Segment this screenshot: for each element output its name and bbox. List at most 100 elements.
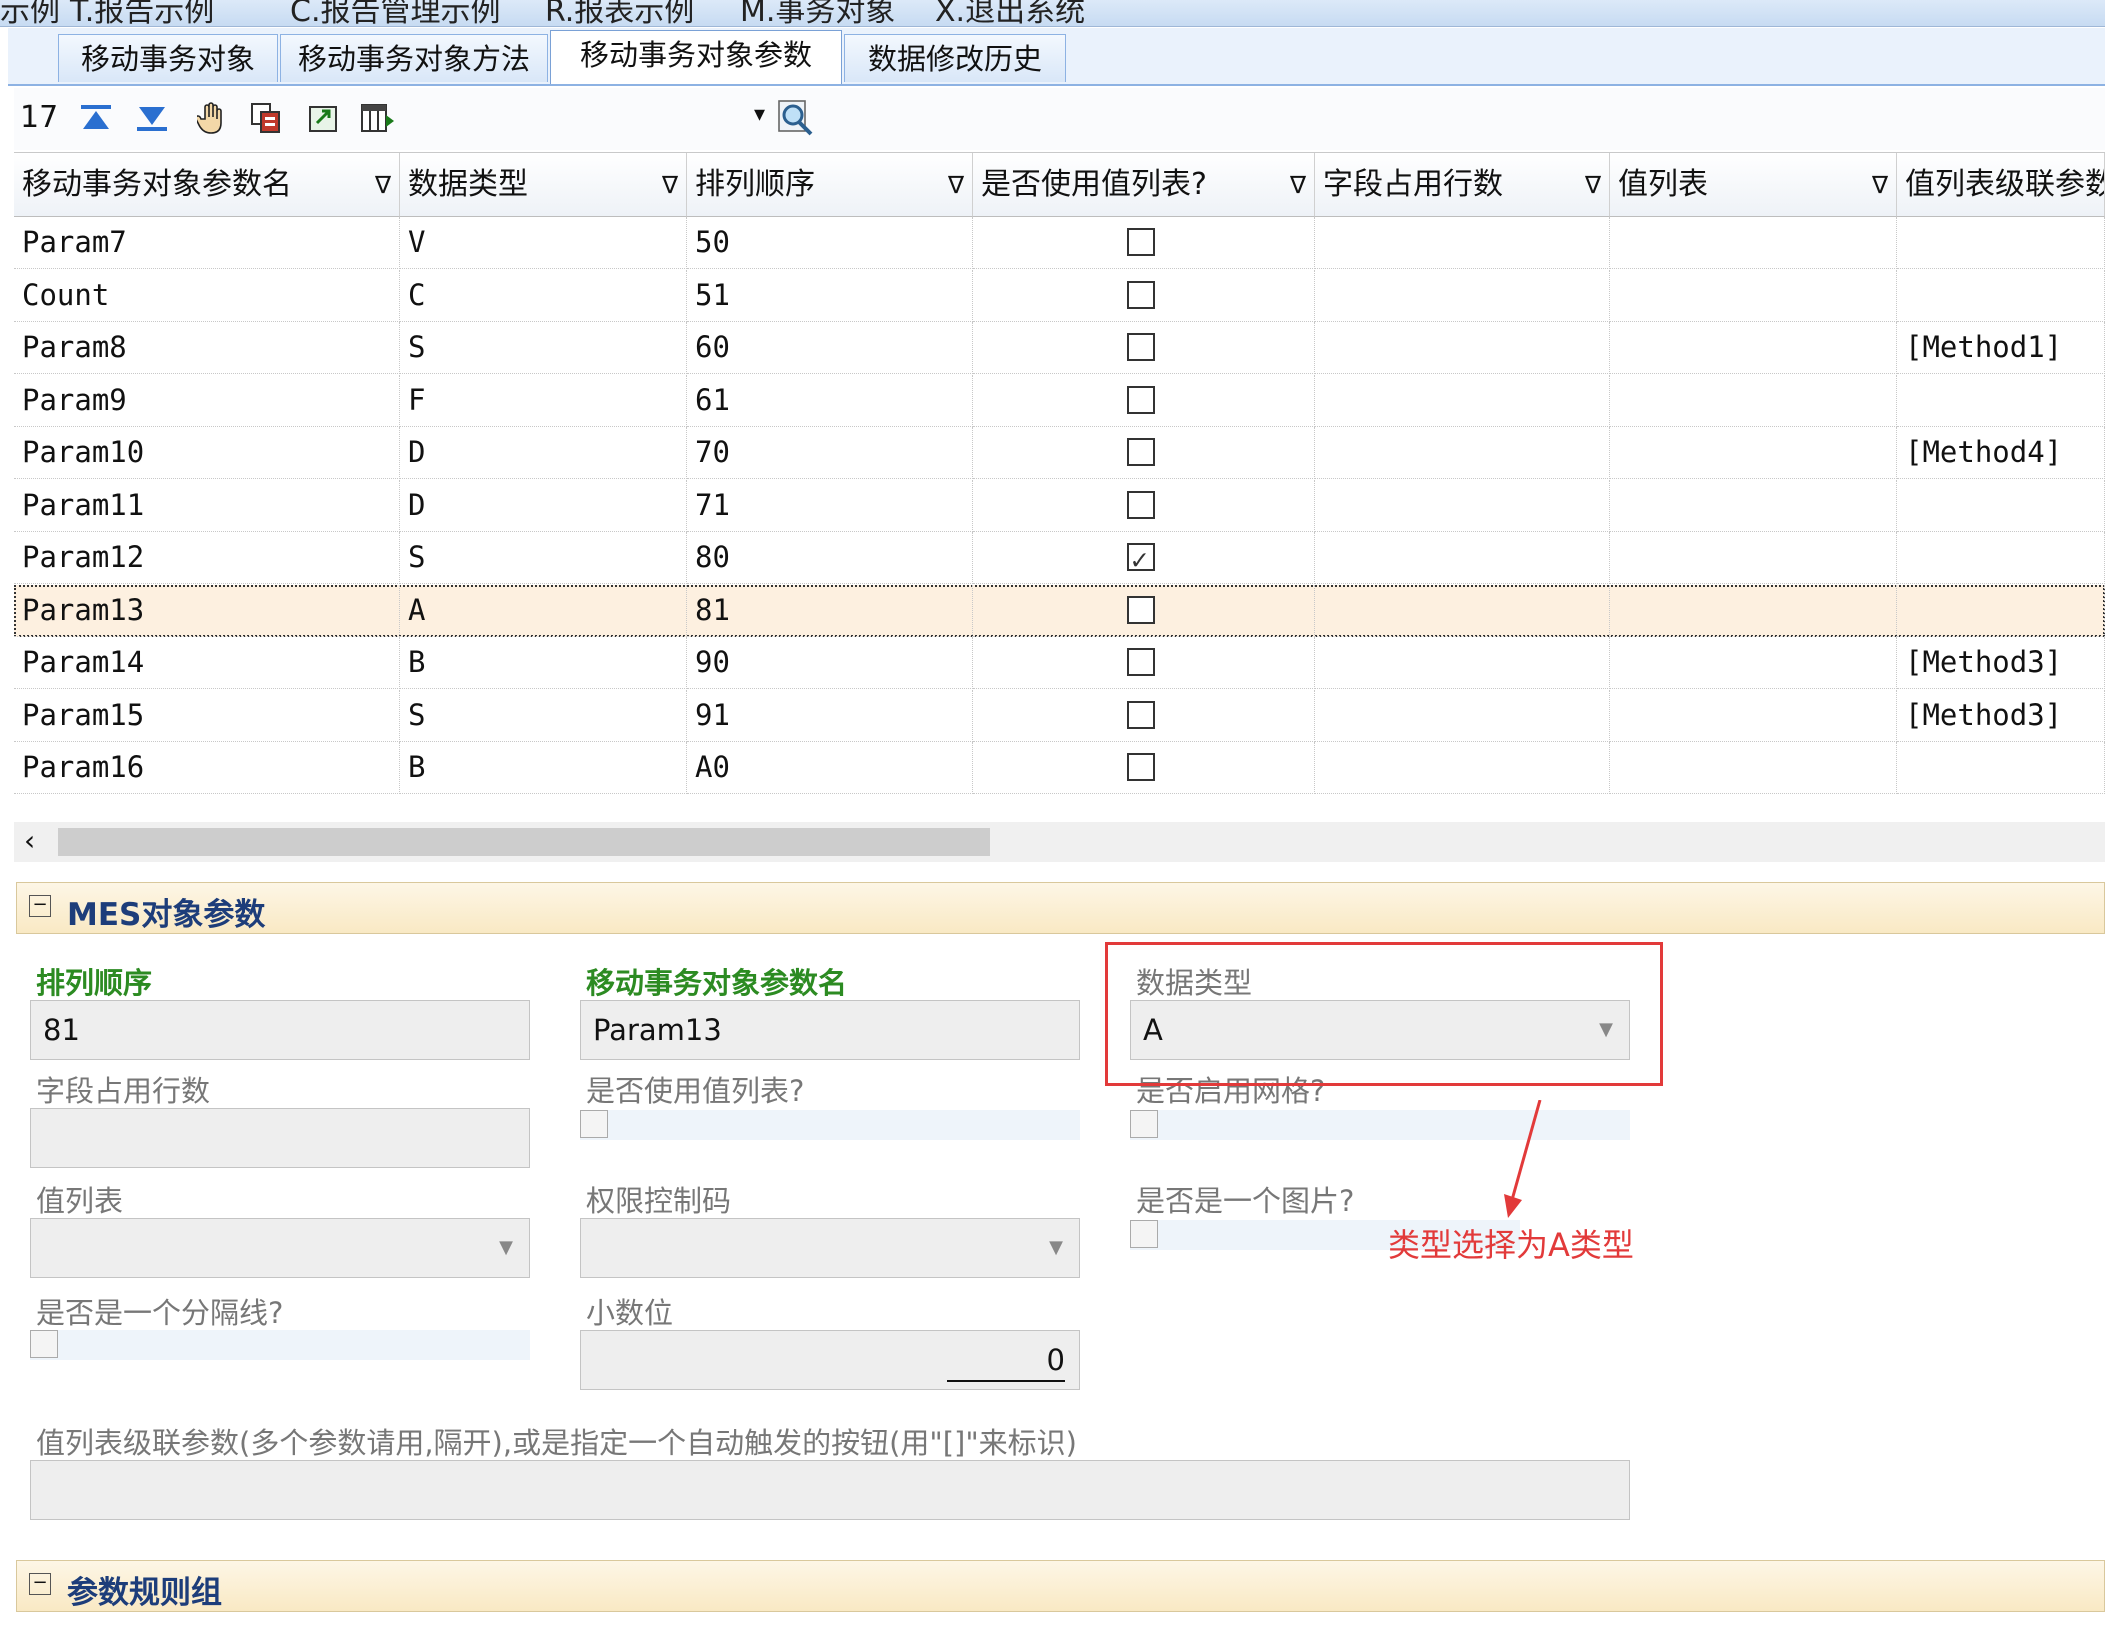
cascade-input[interactable]: [30, 1460, 1630, 1520]
table-cell[interactable]: Param7: [14, 217, 400, 269]
use-valuelist-cell[interactable]: [973, 532, 1315, 584]
filter-icon[interactable]: ∇: [662, 153, 678, 216]
table-cell[interactable]: [1897, 479, 2105, 532]
row-checkbox[interactable]: [1127, 490, 1155, 519]
table-row[interactable]: Param7 V 50: [14, 217, 2105, 269]
use-valuelist-cell[interactable]: [973, 374, 1315, 427]
collapse-icon[interactable]: −: [29, 895, 51, 917]
table-cell[interactable]: [1610, 322, 1897, 374]
use-valuelist-cell[interactable]: [973, 217, 1315, 269]
move-top-icon[interactable]: [76, 98, 116, 138]
col-header-cascade[interactable]: 值列表级联参数: [1897, 153, 2105, 217]
col-header-rows[interactable]: 字段占用行数 ∇: [1315, 153, 1610, 217]
param-name-input[interactable]: Param13: [580, 1000, 1080, 1060]
section-param-rules[interactable]: − 参数规则组: [16, 1560, 2105, 1612]
hand-icon[interactable]: [192, 98, 232, 138]
table-row[interactable]: Count C 51: [14, 269, 2105, 322]
row-checkbox[interactable]: [1127, 228, 1155, 256]
menu-item-report-manage[interactable]: C.报告管理示例: [290, 0, 500, 26]
table-cell[interactable]: Param10: [14, 427, 400, 479]
table-cell[interactable]: [Method1]: [1897, 322, 2105, 374]
row-checkbox[interactable]: [1127, 280, 1155, 309]
tab-data-history[interactable]: 数据修改历史: [844, 34, 1066, 82]
table-cell[interactable]: A: [400, 584, 687, 637]
row-checkbox[interactable]: [1127, 595, 1155, 624]
row-checkbox[interactable]: [1127, 700, 1155, 729]
table-cell[interactable]: A0: [687, 742, 973, 794]
table-cell[interactable]: 90: [687, 637, 973, 689]
table-cell[interactable]: V: [400, 217, 687, 269]
use-valuelist-cell[interactable]: [973, 479, 1315, 532]
table-cell[interactable]: 70: [687, 427, 973, 479]
row-checkbox[interactable]: [1127, 385, 1155, 414]
row-checkbox[interactable]: [1127, 438, 1155, 466]
table-cell[interactable]: [1610, 584, 1897, 637]
rows-input[interactable]: [30, 1108, 530, 1168]
columns-icon[interactable]: [358, 98, 398, 138]
table-cell[interactable]: [1315, 217, 1610, 269]
section-mes-params[interactable]: − MES对象参数: [16, 882, 2105, 934]
table-cell[interactable]: [1610, 427, 1897, 479]
filter-icon[interactable]: ∇: [1585, 153, 1601, 216]
tab-mobile-object-params[interactable]: 移动事务对象参数: [550, 30, 842, 84]
table-cell[interactable]: 51: [687, 269, 973, 322]
table-cell[interactable]: C: [400, 269, 687, 322]
table-cell[interactable]: D: [400, 427, 687, 479]
order-input[interactable]: 81: [30, 1000, 530, 1060]
table-cell[interactable]: [Method3]: [1897, 637, 2105, 689]
chevron-down-icon[interactable]: ▼: [499, 1219, 513, 1277]
col-header-valuelist[interactable]: 值列表 ∇: [1610, 153, 1897, 217]
table-cell[interactable]: Param8: [14, 322, 400, 374]
table-cell[interactable]: [1897, 374, 2105, 427]
use-valuelist-cell[interactable]: [973, 584, 1315, 637]
table-cell[interactable]: Count: [14, 269, 400, 322]
table-cell[interactable]: 50: [687, 217, 973, 269]
row-checkbox[interactable]: [1127, 333, 1155, 361]
table-row[interactable]: Param8 S 60 [Method1]: [14, 322, 2105, 374]
table-cell[interactable]: Param14: [14, 637, 400, 689]
table-cell[interactable]: [1897, 217, 2105, 269]
table-cell[interactable]: [1610, 217, 1897, 269]
is-image-checkbox[interactable]: [1130, 1220, 1158, 1248]
table-cell[interactable]: Param11: [14, 479, 400, 532]
col-header-param-name[interactable]: 移动事务对象参数名 ∇: [14, 153, 400, 217]
table-cell[interactable]: S: [400, 322, 687, 374]
table-cell[interactable]: [1610, 637, 1897, 689]
table-cell[interactable]: Param16: [14, 742, 400, 794]
chevron-down-icon[interactable]: ▼: [1049, 1219, 1063, 1277]
table-cell[interactable]: [1610, 742, 1897, 794]
use-valuelist-cell[interactable]: [973, 689, 1315, 742]
table-cell[interactable]: [1897, 269, 2105, 322]
menu-item-statement[interactable]: R.报表示例: [545, 0, 694, 26]
filter-icon[interactable]: ∇: [375, 153, 391, 216]
menu-item-exit[interactable]: X.退出系统: [935, 0, 1085, 26]
table-cell[interactable]: Param9: [14, 374, 400, 427]
table-row[interactable]: Param15 S 91 [Method3]: [14, 689, 2105, 742]
table-row[interactable]: Param9 F 61: [14, 374, 2105, 427]
row-checkbox[interactable]: [1127, 753, 1155, 781]
table-cell[interactable]: 71: [687, 479, 973, 532]
table-cell[interactable]: [1315, 689, 1610, 742]
table-row[interactable]: Param11 D 71: [14, 479, 2105, 532]
table-cell[interactable]: S: [400, 689, 687, 742]
is-separator-checkbox[interactable]: [30, 1330, 58, 1358]
filter-icon[interactable]: ∇: [948, 153, 964, 216]
table-cell[interactable]: [1897, 742, 2105, 794]
table-cell[interactable]: [1315, 584, 1610, 637]
row-checkbox[interactable]: [1127, 648, 1155, 676]
table-cell[interactable]: [1610, 269, 1897, 322]
use-valuelist-cell[interactable]: [973, 637, 1315, 689]
copy-icon[interactable]: [246, 98, 286, 138]
export-icon[interactable]: [304, 98, 344, 138]
table-cell[interactable]: [1315, 374, 1610, 427]
table-cell[interactable]: [Method3]: [1897, 689, 2105, 742]
table-cell[interactable]: [1610, 479, 1897, 532]
table-cell[interactable]: [1315, 427, 1610, 479]
table-cell[interactable]: B: [400, 637, 687, 689]
table-cell[interactable]: [1897, 584, 2105, 637]
search-icon[interactable]: [776, 98, 816, 138]
use-valuelist-cell[interactable]: [973, 427, 1315, 479]
use-valuelist-cell[interactable]: [973, 742, 1315, 794]
table-cell[interactable]: 60: [687, 322, 973, 374]
col-header-order[interactable]: 排列顺序 ∇: [687, 153, 973, 217]
